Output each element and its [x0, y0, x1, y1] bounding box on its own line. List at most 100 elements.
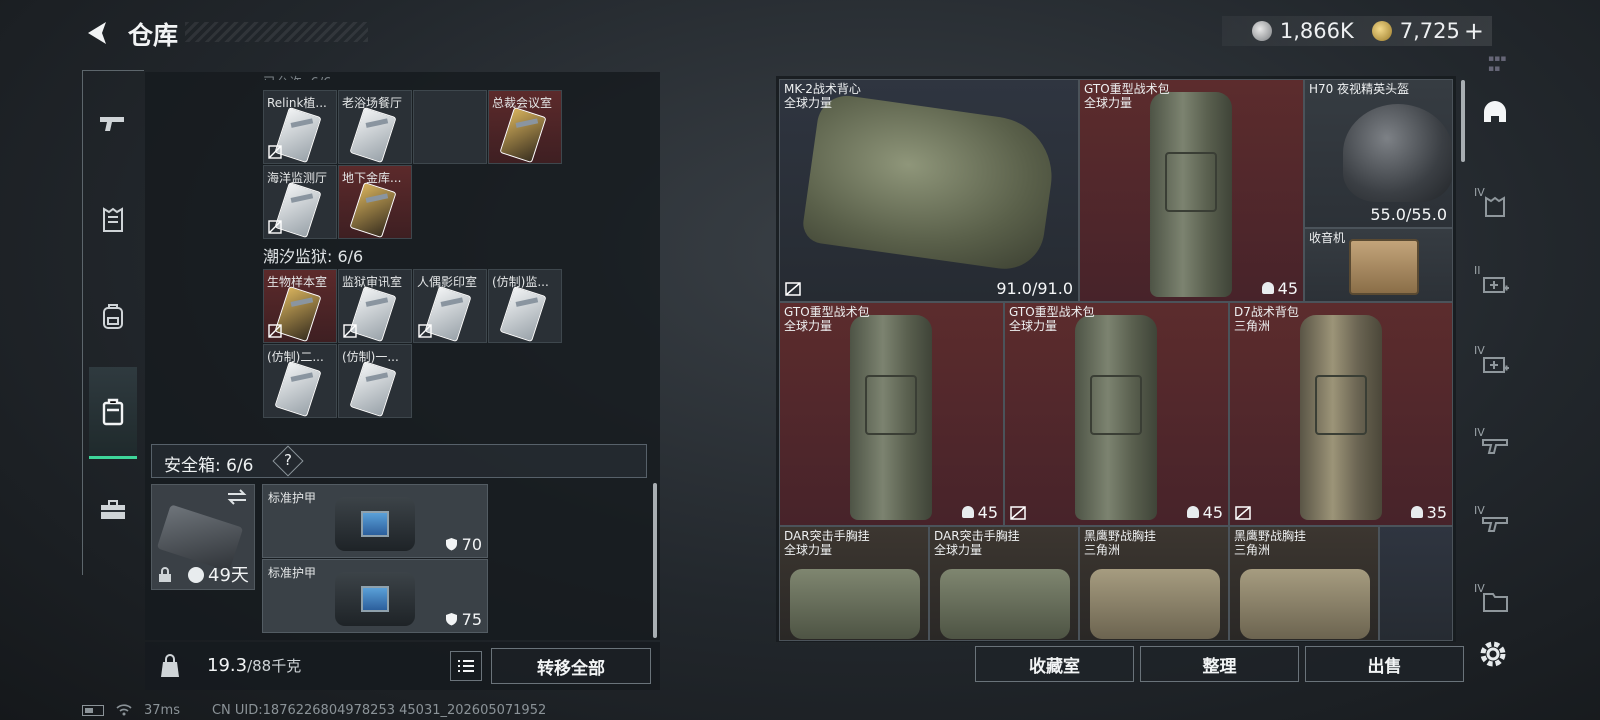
help-icon[interactable]: ? [284, 451, 292, 469]
item-gto-pack[interactable]: GTO重型战术包 全球力量 45 [779, 302, 1004, 526]
item-gto-pack[interactable]: GTO重型战术包 全球力量 45 [1004, 302, 1229, 526]
keycard-slot[interactable]: (仿制)一... [338, 344, 412, 418]
right-filter-nav: IV II IV IV IV IV [1468, 76, 1520, 686]
marked-icon [785, 282, 801, 296]
swap-icon[interactable] [226, 489, 248, 505]
backpack-image [1075, 315, 1157, 520]
shield-icon [445, 613, 457, 626]
keycard-image [274, 360, 322, 417]
left-scrollbar[interactable] [653, 483, 657, 638]
keycard-slot[interactable] [413, 90, 487, 164]
keycard-slot[interactable]: (仿制)二... [263, 344, 337, 418]
keycard-slot[interactable]: Relink植... [263, 90, 337, 164]
silver-coin-icon [1251, 21, 1272, 41]
filter-weapon[interactable]: IV [1474, 426, 1514, 464]
gear-icon[interactable] [1477, 638, 1509, 670]
item-name: DAR突击手胸挂 [934, 529, 1020, 543]
marked-icon [268, 220, 282, 234]
item-name: 黑鹰野战胸挂 [1084, 529, 1157, 543]
chest-rig-image [1090, 569, 1220, 639]
keycard-slot[interactable]: 地下金库... [338, 165, 412, 239]
item-chest-rig[interactable]: 黑鹰野战胸挂 三角洲 [1229, 526, 1379, 641]
nav-backpack[interactable] [89, 279, 137, 353]
nav-armor[interactable] [89, 183, 137, 257]
nav-weapons[interactable] [89, 87, 137, 161]
marked-icon [1235, 506, 1251, 520]
armor-label: 标准护甲 [268, 491, 317, 505]
silver-currency-value: 1,866K [1279, 19, 1354, 43]
nav-toolbox[interactable] [89, 473, 137, 547]
item-name: 黑鹰野战胸挂 [1234, 529, 1307, 543]
armor-slot[interactable]: 标准护甲 70 [262, 484, 488, 558]
keycard-slot[interactable]: 老浴场餐厅 [338, 90, 412, 164]
keycard-slot[interactable]: (仿制)监... [488, 269, 562, 343]
tier-label: IV [1474, 426, 1485, 439]
keycard-label: 生物样本室 [267, 275, 328, 289]
back-arrow-icon[interactable] [82, 18, 112, 48]
keycard-slot[interactable]: 生物样本室 [263, 269, 337, 343]
item-subtitle: 三角洲 [1234, 319, 1271, 333]
tier-label: IV [1474, 504, 1485, 517]
keycard-image [349, 106, 397, 163]
gold-coin-icon [1371, 21, 1392, 41]
keycard-label: 海洋监测厅 [267, 171, 328, 185]
item-helmet[interactable]: H70 夜视精英头盔 55.0/55.0 [1304, 79, 1453, 228]
safe-box-label: 安全箱: 6/6 [164, 456, 254, 476]
safe-case-slot[interactable]: 49天 [151, 484, 255, 590]
days-remaining: 49天 [208, 565, 249, 586]
keycard-slot[interactable]: 海洋监测厅 [263, 165, 337, 239]
gold-currency-value: 7,725 [1399, 19, 1460, 43]
ping-value: 37ms [144, 702, 180, 718]
list-view-button[interactable] [450, 651, 482, 681]
vest-image [800, 92, 1060, 274]
transfer-all-button[interactable]: 转移全部 [491, 648, 651, 684]
tier-label: IV [1474, 582, 1485, 595]
keycard-label: 人偶影印室 [417, 275, 478, 289]
item-subtitle: 全球力量 [934, 543, 983, 557]
decoration-dots: ▪▪▪ ▪▪ [1488, 54, 1507, 74]
item-chest-rig[interactable]: DAR突击手胸挂 全球力量 [929, 526, 1079, 641]
tier-label: IV [1474, 344, 1485, 357]
sell-button[interactable]: 出售 [1305, 646, 1464, 682]
armor-slot[interactable]: 标准护甲 75 [262, 559, 488, 633]
keycard-label: (仿制)二... [267, 350, 324, 364]
radio-image [1349, 239, 1419, 295]
item-subtitle: 全球力量 [1009, 319, 1058, 333]
marked-icon [418, 324, 432, 338]
bag-icon [161, 654, 179, 677]
keycard-slot[interactable]: 人偶影印室 [413, 269, 487, 343]
filter-folder[interactable]: IV [1474, 582, 1514, 620]
item-gto-pack[interactable]: GTO重型战术包 全球力量 45 [1079, 79, 1304, 302]
sort-button[interactable]: 整理 [1140, 646, 1299, 682]
page-title: 仓库 [128, 21, 179, 50]
filter-medkit[interactable]: IV [1474, 344, 1514, 382]
filter-medkit[interactable]: II [1474, 264, 1514, 302]
item-name: GTO重型战术包 [1084, 82, 1170, 96]
marked-icon [343, 324, 357, 338]
filter-armor[interactable]: IV [1474, 186, 1514, 224]
filter-helmet[interactable] [1476, 96, 1514, 132]
item-radio[interactable]: 收音机 [1304, 228, 1453, 302]
right-scrollbar[interactable] [1461, 80, 1465, 162]
uid-text: CN UID:1876226804978253 45031_2026050719… [211, 702, 547, 718]
item-d7-pack[interactable]: D7战术背包 三角洲 35 [1229, 302, 1453, 526]
empty-slot[interactable] [1379, 526, 1453, 641]
item-capacity: 45 [961, 503, 998, 522]
item-chest-rig[interactable]: DAR突击手胸挂 全球力量 [779, 526, 929, 641]
carry-weight: 19.3/88千克 [207, 655, 302, 676]
chest-rig-image [1240, 569, 1370, 639]
filter-weapon[interactable]: IV [1474, 504, 1514, 542]
item-chest-rig[interactable]: 黑鹰野战胸挂 三角洲 [1079, 526, 1229, 641]
item-subtitle: 三角洲 [1234, 543, 1271, 557]
keycard-slot[interactable]: 总裁会议室 [488, 90, 562, 164]
item-vest[interactable]: MK-2战术背心 全球力量 91.0/91.0 [779, 79, 1079, 302]
helmet-image [1343, 104, 1452, 202]
battery-icon [82, 704, 104, 716]
keycard-slot[interactable]: 监狱审讯室 [338, 269, 412, 343]
add-currency-button[interactable]: + [1464, 17, 1484, 45]
item-capacity: 35 [1410, 503, 1447, 522]
nav-container[interactable] [89, 367, 137, 459]
collection-room-button[interactable]: 收藏室 [975, 646, 1134, 682]
armor-image [335, 572, 415, 626]
item-subtitle: 全球力量 [784, 96, 833, 110]
